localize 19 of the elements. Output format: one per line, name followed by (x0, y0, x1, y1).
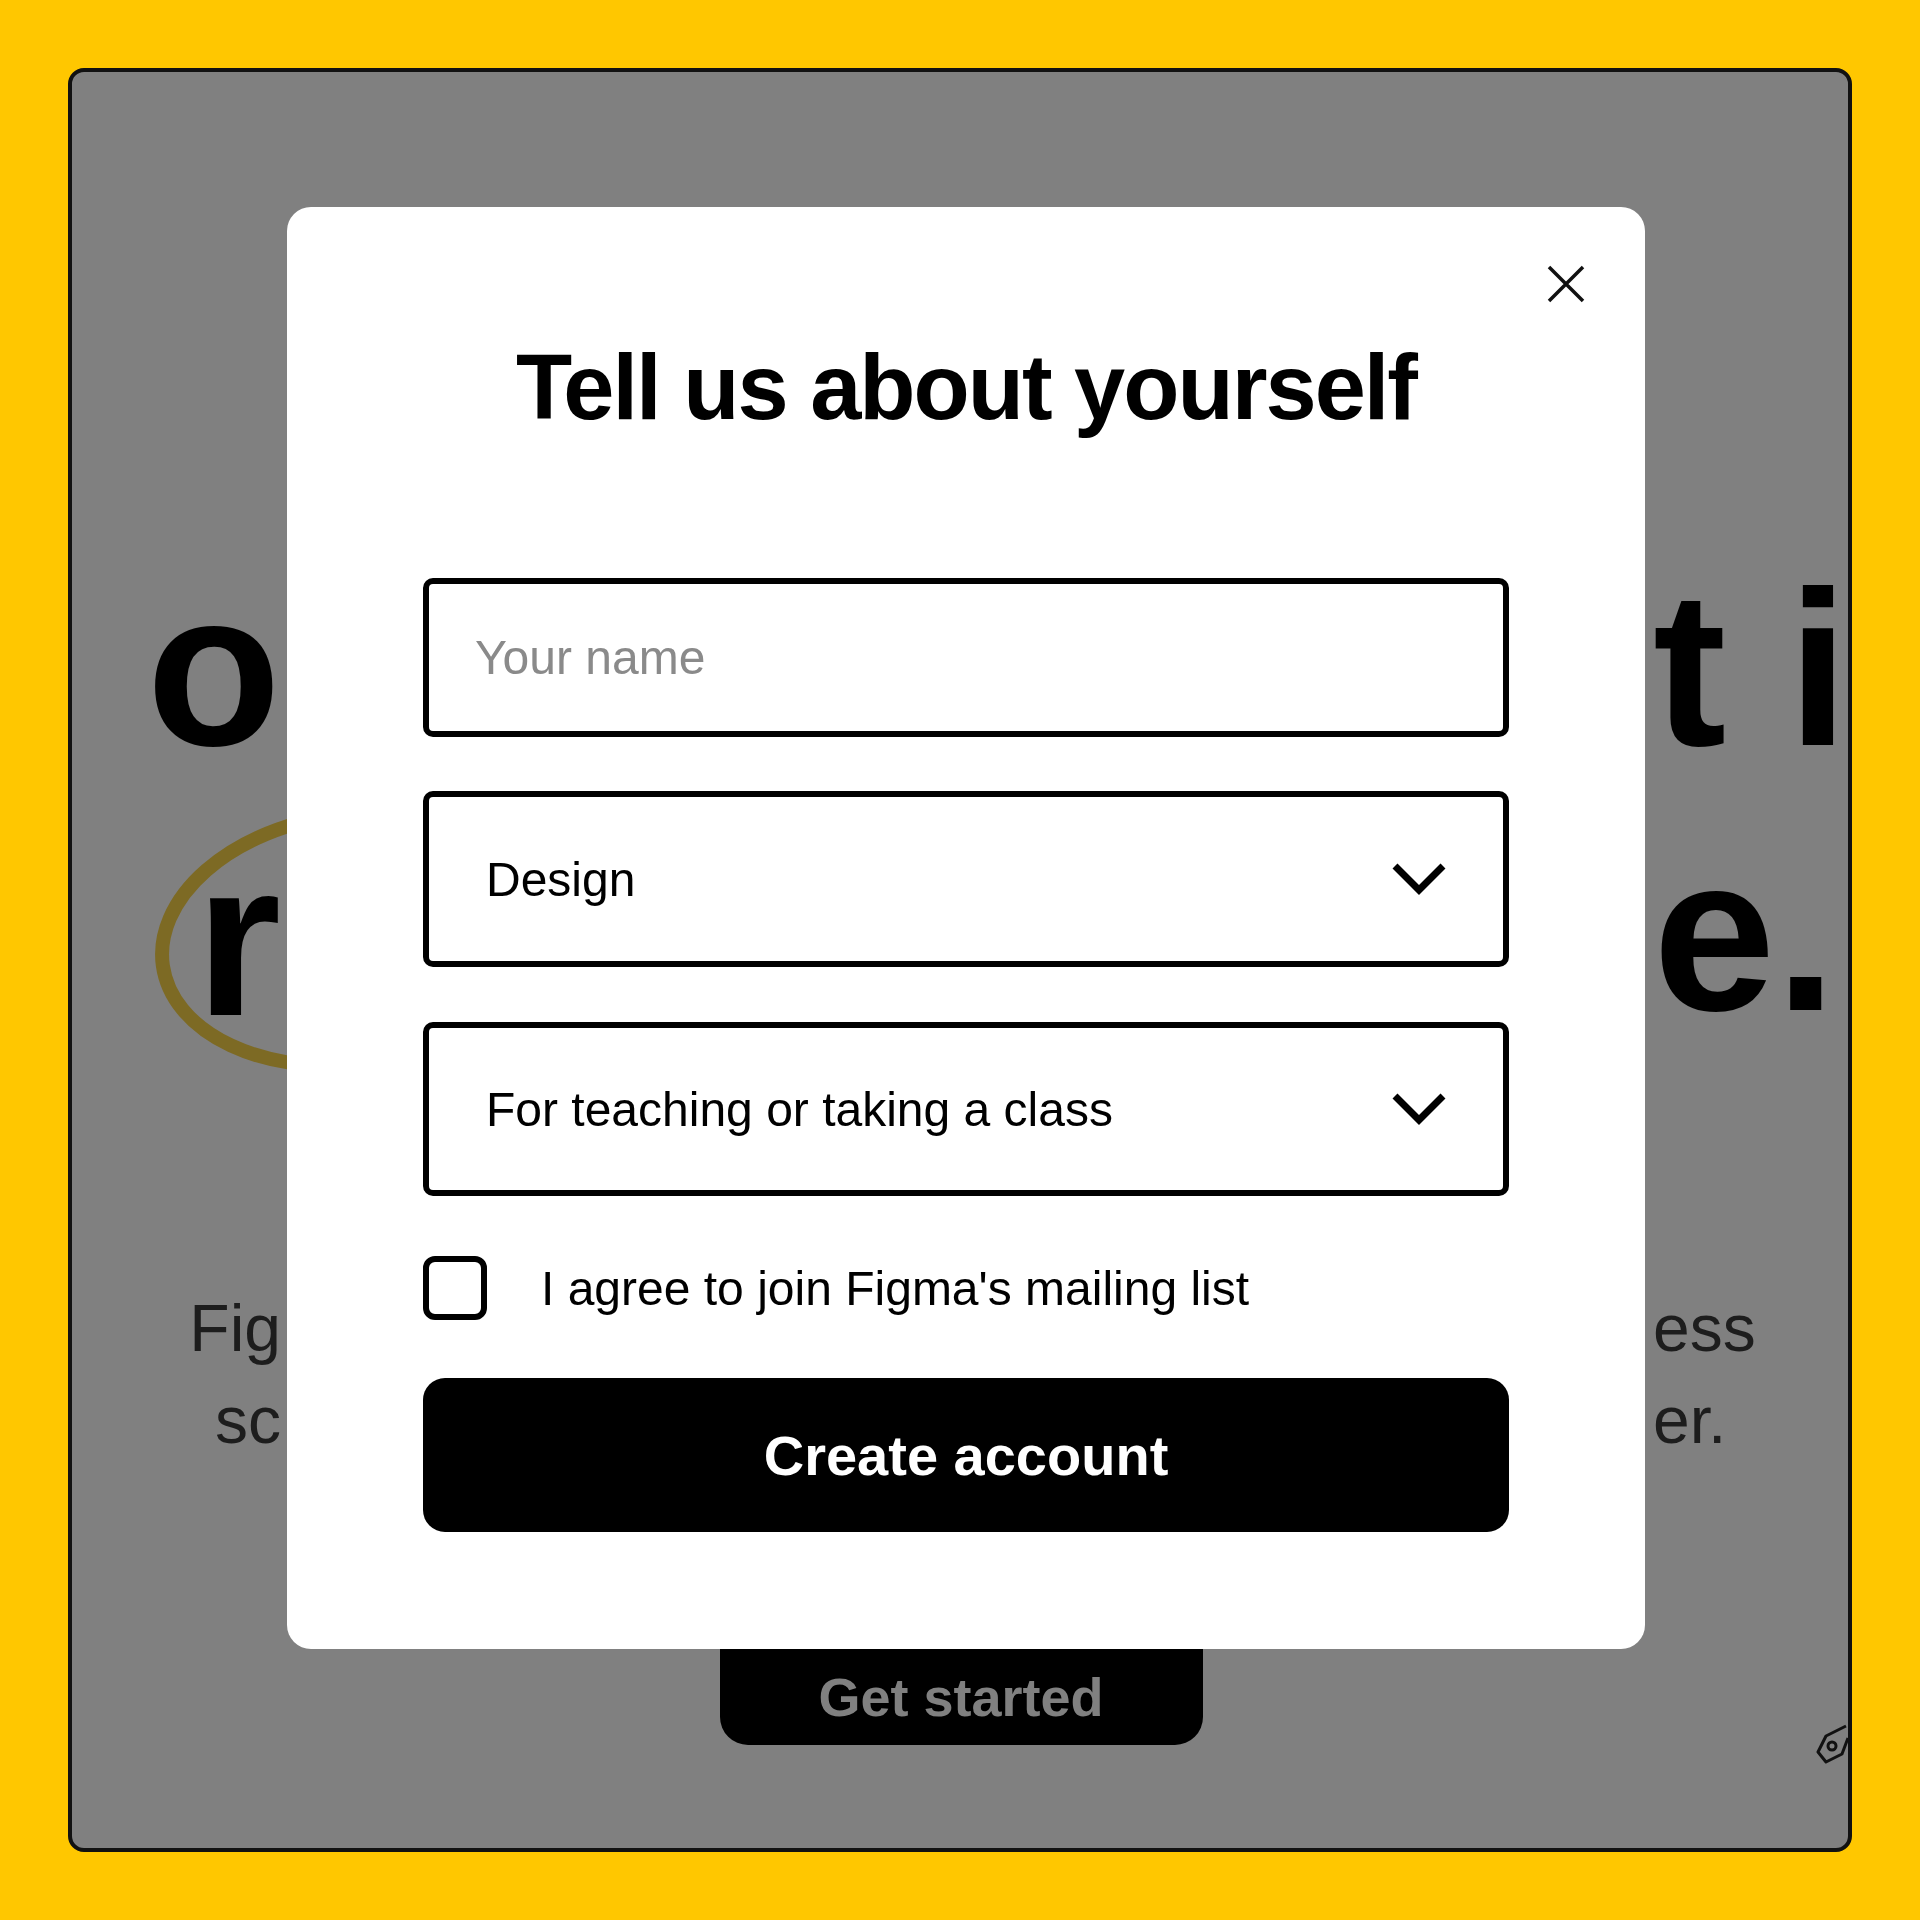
headline-text: o (146, 546, 281, 792)
headline-text: e. (1653, 811, 1837, 1057)
headline-text: r (195, 864, 281, 1014)
body-text: er. (1653, 1383, 1727, 1457)
body-text: ess (1653, 1291, 1756, 1365)
dialog-title: Tell us about yourself (515, 335, 1419, 439)
checkbox[interactable] (423, 1256, 487, 1320)
checkbox-label: I agree to join Figma's mailing list (541, 1260, 1250, 1316)
name-field[interactable]: Your name (423, 578, 1509, 737)
chevron-icon (1391, 1092, 1447, 1126)
headline-text: t i (1653, 546, 1848, 792)
create-account-button[interactable]: Create account (423, 1378, 1509, 1532)
dropdown[interactable]: For teaching or taking a class (423, 1022, 1509, 1196)
dropdown[interactable]: Design (423, 791, 1509, 967)
chevron-icon (1391, 862, 1447, 896)
get-started-button[interactable]: Get started (719, 1649, 1203, 1745)
body-text: sc (215, 1383, 281, 1457)
body-text: Fig (189, 1291, 281, 1365)
close-icon[interactable] (1547, 265, 1585, 303)
